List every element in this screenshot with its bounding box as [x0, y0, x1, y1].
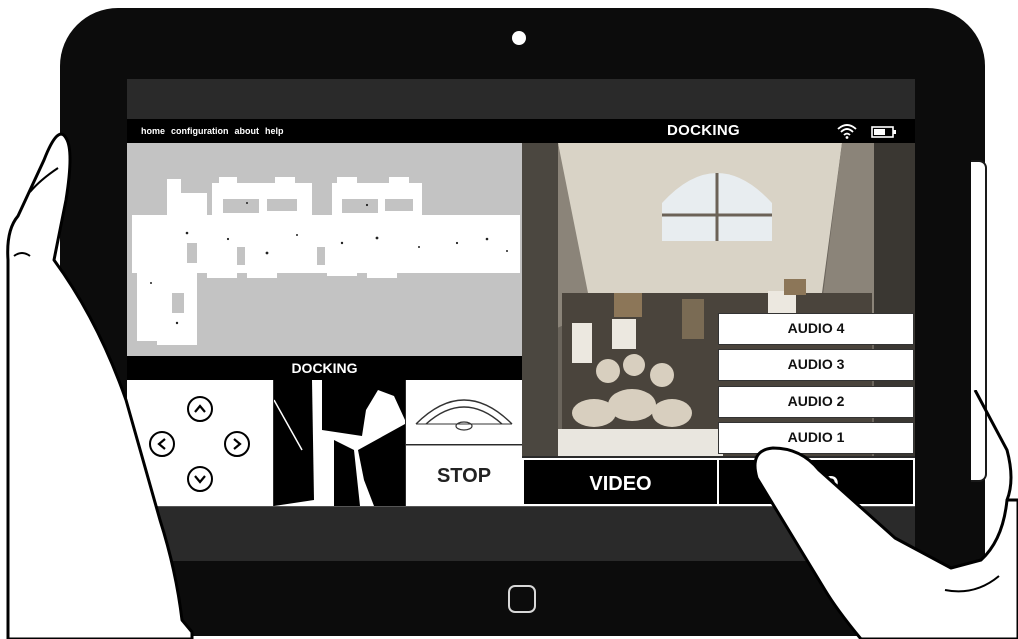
audio-option-4[interactable]: AUDIO 4 — [718, 313, 914, 345]
audio-option-3[interactable]: AUDIO 3 — [718, 349, 914, 381]
left-hand-illustration — [6, 132, 194, 639]
stop-button[interactable]: STOP — [406, 445, 522, 506]
nav-status-title: DOCKING — [667, 122, 740, 139]
front-camera — [512, 31, 526, 45]
screen-top-strip — [127, 79, 915, 119]
nav-link-about[interactable]: about — [235, 126, 260, 136]
top-navbar: home configuration about help DOCKING — [127, 119, 915, 143]
arrow-right-icon[interactable] — [224, 431, 250, 457]
home-hardware-button[interactable] — [508, 585, 536, 613]
depth-view — [274, 380, 405, 506]
battery-icon — [871, 126, 896, 138]
speed-gauge — [406, 380, 522, 444]
video-tab[interactable]: VIDEO — [522, 458, 719, 506]
nav-link-help[interactable]: help — [265, 126, 284, 136]
right-hand-illustration — [753, 390, 1018, 639]
wifi-icon — [837, 124, 857, 139]
